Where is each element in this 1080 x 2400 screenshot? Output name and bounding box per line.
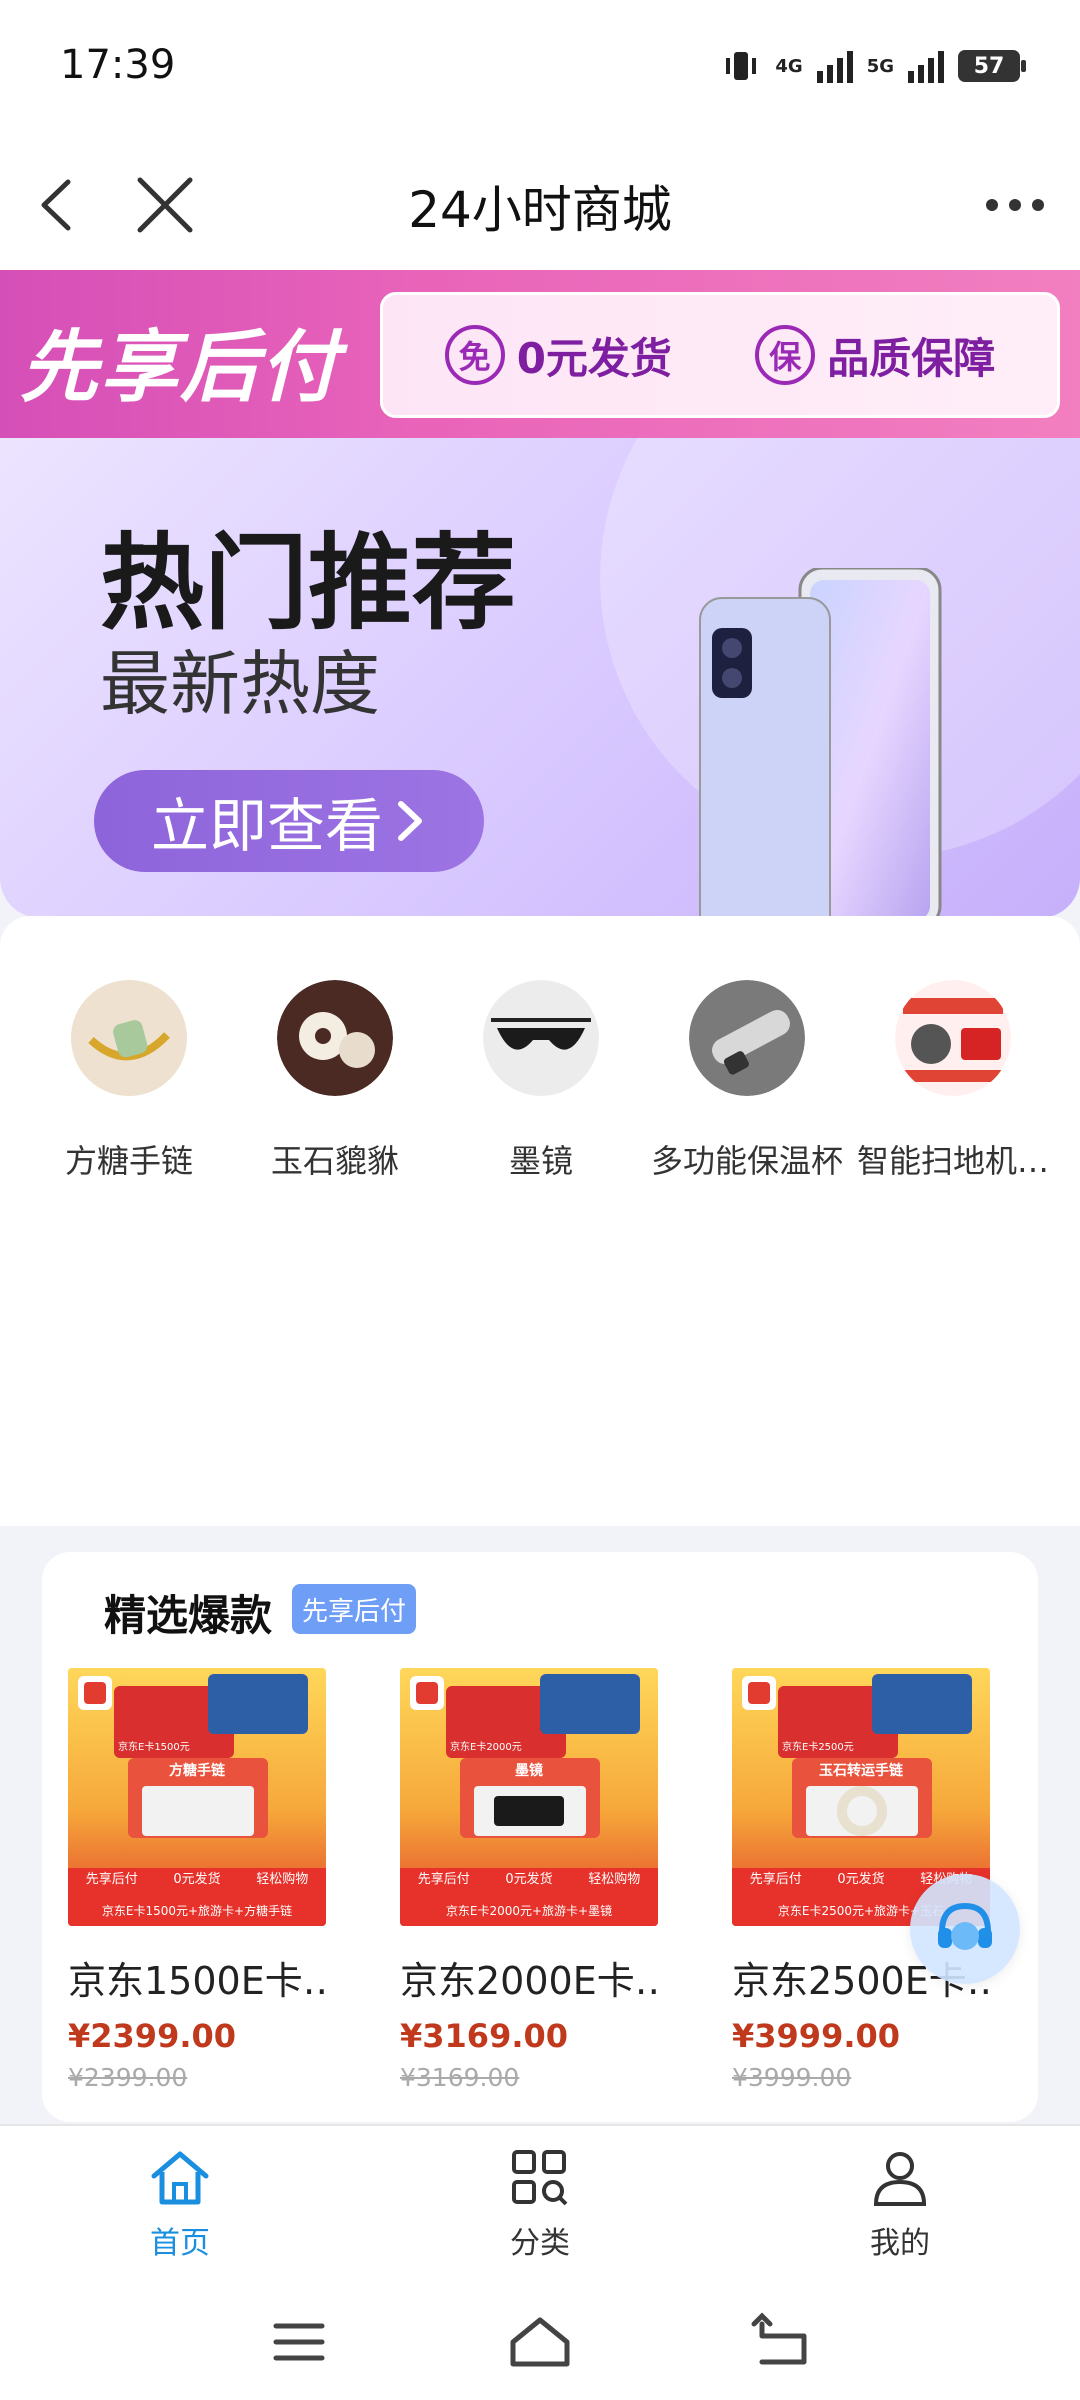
featured-products-section: 精选爆款 先享后付 先享后付 0元发货 轻松购物 方糖手链 京东E卡1500元 … [42,1552,1038,2122]
signal-icon [908,51,944,83]
product-name: 京东2000E卡… [400,1959,658,2003]
more-icon[interactable] [980,180,1050,230]
category-item[interactable]: 多功能保温杯 [644,980,850,1182]
hero-title: 热门推荐 [100,522,517,644]
promo-box: 免 0元发货 保 品质保障 [380,292,1060,418]
strip-text: 轻松购物 [588,1872,641,1887]
strip-text: 先享后付 [417,1872,470,1887]
product-tag: 方糖手链 [169,1763,225,1779]
strip-text: 0元发货 [173,1872,221,1887]
tab-profile[interactable]: 我的 [800,2146,1000,2262]
home-icon [151,2151,209,2205]
section-title: 精选爆款 [104,1591,273,1640]
product-card[interactable]: 先享后付 0元发货 轻松购物 方糖手链 京东E卡1500元 京东E卡1500元+… [68,1668,326,2092]
strip-text: 0元发货 [837,1872,885,1887]
product-card-label: 京东E卡2500元 [782,1742,854,1753]
headset-icon [938,1902,992,1950]
product-strip: 先享后付 0元发货 轻松购物 [68,1868,326,1887]
promo-banner[interactable]: 先享后付 免 0元发货 保 品质保障 [0,270,1080,438]
battery-icon: 57 [958,50,1026,82]
strip-text: 先享后付 [85,1872,138,1887]
product-footer: 京东E卡1500元+旅游卡+方糖手链 [101,1904,293,1918]
product-tag: 玉石转运手链 [819,1763,903,1779]
grid-search-icon [512,2150,568,2206]
category-label: 方糖手链 [64,1142,193,1180]
category-panel: 方糖手链 玉石貔貅 墨镜 多功能保温杯 智能扫地机… [0,916,1080,1526]
product-card-label: 京东E卡2000元 [450,1742,522,1753]
nav-bar: 24小时商城 [0,140,1080,270]
category-item[interactable]: 方糖手链 [26,980,232,1182]
user-icon [873,2152,927,2206]
category-label: 墨镜 [508,1142,573,1180]
robot-vacuum-icon [895,980,1011,1096]
page-title: 24小时商城 [408,181,672,239]
section-badge: 先享后付 [292,1584,417,1634]
free-badge-icon: 免 [444,325,505,385]
product-name: 京东1500E卡… [68,1959,326,2003]
signal-icon [816,51,853,83]
bracelet-icon [71,980,187,1096]
product-card[interactable]: 先享后付 0元发货 轻松购物 墨镜 京东E卡2000元 京东E卡2000元+旅游… [400,1668,658,2092]
strip-text: 轻松购物 [256,1872,309,1887]
system-nav-bar [0,2274,1080,2400]
hero-banner[interactable]: 热门推荐 最新热度 立即查看 [0,438,1080,918]
product-footer: 京东E卡2000元+旅游卡+墨镜 [445,1904,613,1918]
view-now-label: 立即查看 [150,792,383,860]
product-price: ¥3169.00 [400,2017,569,2055]
tab-label: 首页 [150,2226,210,2261]
category-label: 玉石貔貅 [270,1142,399,1180]
category-label: 多功能保温杯 [650,1142,843,1180]
product-image: 先享后付 0元发货 轻松购物 墨镜 京东E卡2000元 京东E卡2000元+旅游… [400,1668,658,1926]
tab-label: 分类 [510,2226,570,2261]
phone-image [699,568,942,918]
tab-label: 我的 [870,2226,930,2261]
status-time: 17:39 [60,42,176,88]
view-now-button[interactable]: 立即查看 [94,770,484,872]
promo-quality: 保 品质保障 [755,325,995,386]
hero-subtitle: 最新热度 [100,643,380,725]
network-4g-label: 4G [775,55,803,77]
tab-home[interactable]: 首页 [80,2146,280,2262]
strip-text: 0元发货 [505,1872,553,1887]
product-price: ¥2399.00 [68,2017,237,2055]
thermos-icon [689,980,805,1096]
jade-icon [277,980,393,1096]
promo-item-text: 品质保障 [827,333,996,383]
category-label: 智能扫地机… [856,1142,1049,1180]
menu-icon[interactable] [264,2312,334,2372]
product-image: 先享后付 0元发货 轻松购物 方糖手链 京东E卡1500元 京东E卡1500元+… [68,1668,326,1926]
vibrate-icon [726,52,757,80]
promo-title: 先享后付 [20,323,341,413]
network-5g-label: 5G [866,55,894,77]
chevron-right-icon [398,801,422,841]
category-item[interactable]: 墨镜 [438,980,644,1182]
tab-category[interactable]: 分类 [440,2146,640,2262]
home-nav-icon[interactable] [505,2312,575,2372]
product-strip: 先享后付 0元发货 轻松购物 [400,1868,658,1887]
promo-free-shipping: 免 0元发货 [444,325,672,386]
bottom-tab-bar: 首页 分类 我的 [0,2124,1080,2274]
category-item[interactable]: 玉石貔貅 [232,980,438,1182]
product-old-price: ¥2399.00 [68,2063,188,2092]
product-card-label: 京东E卡1500元 [118,1742,190,1753]
product-old-price: ¥3999.00 [732,2063,852,2092]
status-icons: 4G 5G 57 [721,48,1026,84]
category-item[interactable]: 智能扫地机… [850,980,1056,1182]
strip-text: 先享后付 [749,1872,802,1887]
sunglasses-icon [483,980,599,1096]
promo-item-text: 0元发货 [516,333,672,383]
product-tag: 墨镜 [515,1763,543,1779]
back-nav-icon[interactable] [746,2312,816,2372]
customer-service-button[interactable] [910,1874,1020,1984]
status-bar: 17:39 4G 5G 57 [0,0,1080,140]
guarantee-badge-icon: 保 [755,325,816,385]
product-old-price: ¥3169.00 [400,2063,520,2092]
product-price: ¥3999.00 [732,2017,901,2055]
